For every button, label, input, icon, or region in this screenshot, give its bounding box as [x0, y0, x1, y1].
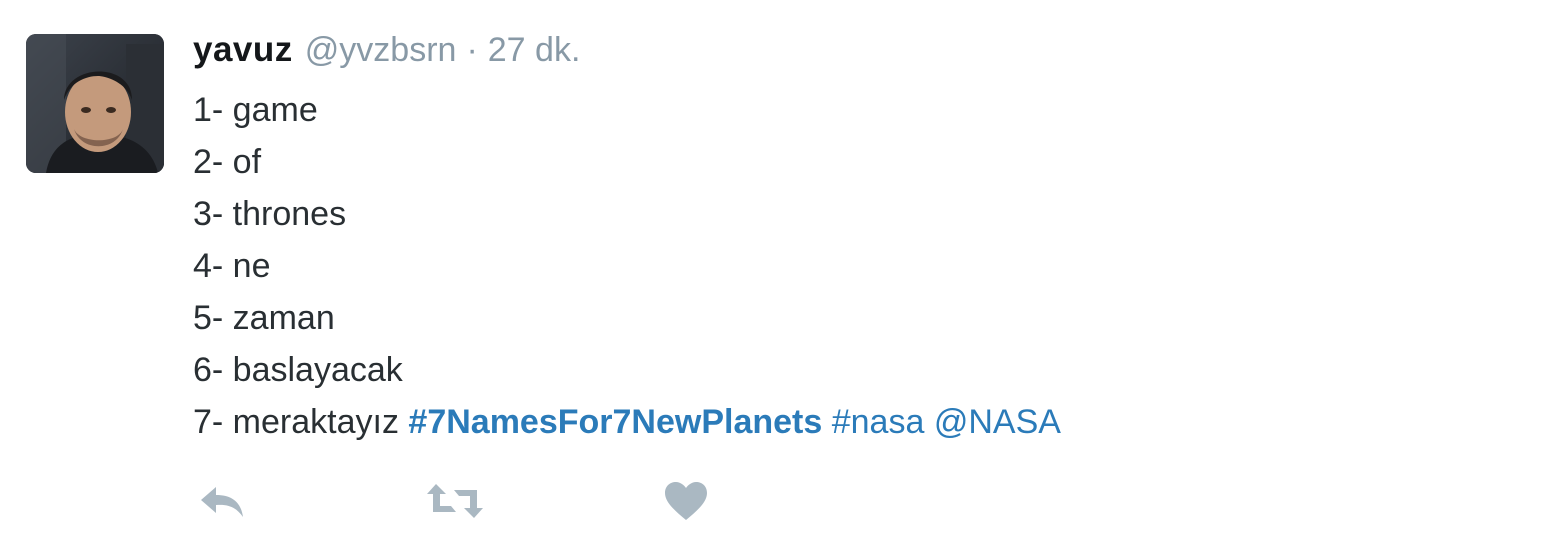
tweet-line-6: 6- baslayacak [193, 351, 403, 389]
tweet-actions [193, 478, 753, 524]
tweet-line-4: 4- ne [193, 247, 271, 285]
reply-button[interactable] [195, 478, 249, 524]
retweet-icon [427, 484, 483, 518]
mention-nasa[interactable]: @NASA [934, 403, 1061, 441]
display-name[interactable]: yavuz [193, 30, 293, 70]
tweet: yavuz @yvzbsrn · 27 dk. 1- game 2- of 3-… [0, 0, 1561, 555]
hashtag-nasa[interactable]: #nasa [832, 403, 925, 441]
tweet-content: yavuz @yvzbsrn · 27 dk. 1- game 2- of 3-… [193, 30, 1541, 448]
hashtag-7namesfor7newplanets[interactable]: #7NamesFor7NewPlanets [408, 403, 822, 441]
tweet-header: yavuz @yvzbsrn · 27 dk. [193, 30, 1541, 78]
tweet-line-1: 1- game [193, 91, 318, 129]
tweet-line-3: 3- thrones [193, 195, 347, 233]
heart-icon [665, 482, 707, 520]
tweet-text: 1- game 2- of 3- thrones 4- ne 5- zaman … [193, 84, 1541, 448]
retweet-button[interactable] [425, 478, 485, 524]
avatar[interactable] [26, 34, 164, 173]
tweet-line-2: 2- of [193, 143, 262, 181]
tweet-line-5: 5- zaman [193, 299, 335, 337]
like-button[interactable] [661, 478, 711, 524]
avatar-image [26, 34, 164, 173]
separator-dot: · [466, 31, 478, 69]
reply-icon [201, 487, 243, 517]
tweet-line-7-text: 7- meraktayız [193, 403, 399, 441]
user-handle[interactable]: @yvzbsrn [305, 31, 457, 70]
timestamp[interactable]: 27 dk. [488, 31, 581, 70]
tweet-line-7: 7- meraktayız #7NamesFor7NewPlanets #nas… [193, 396, 1541, 448]
